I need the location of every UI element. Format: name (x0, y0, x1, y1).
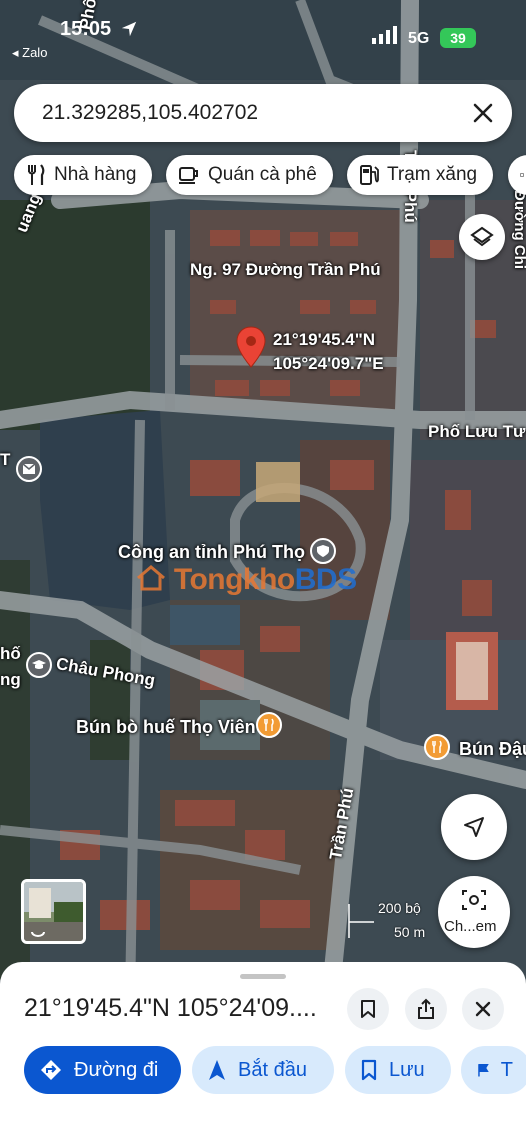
house-logo-icon (137, 565, 165, 591)
gas-pump-icon (360, 165, 379, 185)
scale-meters: 50 m (394, 924, 426, 940)
graduation-cap-icon (32, 660, 46, 669)
place-sheet: 21°19'45.4"N 105°24'09.... Đường đi Bắt … (0, 962, 526, 1144)
street-view-thumbnail[interactable] (21, 879, 86, 944)
police-shield-icon (317, 545, 329, 557)
more-category-icon (520, 173, 524, 177)
layers-button[interactable] (459, 214, 505, 260)
mail-icon (22, 463, 36, 474)
action-label: Đường đi (74, 1058, 159, 1081)
poi-school[interactable] (26, 652, 52, 678)
action-label: T (500, 1058, 513, 1081)
sheet-title: 21°19'45.4"N 105°24'09.... (24, 994, 317, 1022)
directions-icon (41, 1060, 61, 1080)
fork-knife-icon (264, 718, 274, 731)
status-bar: 15:05 ◂ Zalo 5G 39 (0, 0, 526, 60)
street-label-ng-left: ng (0, 670, 21, 689)
fork-knife-icon (28, 164, 45, 185)
navigation-arrow-icon (209, 1060, 225, 1080)
network-type: 5G (408, 30, 430, 47)
status-time: 15:05 (60, 18, 112, 40)
save-bookmark-button[interactable] (347, 988, 389, 1030)
close-icon[interactable] (472, 102, 494, 124)
watermark-main: Tongkho (173, 563, 295, 596)
navigation-arrow-icon (464, 817, 484, 837)
poi-label-bun-dau[interactable]: Bún Đậu (459, 739, 526, 760)
chip-cafes[interactable]: Quán cà phê (166, 155, 333, 195)
chip-more[interactable] (508, 155, 526, 195)
pin-coords-line1: 21°19'45.4"N (273, 330, 376, 349)
poi-food-bun-bo[interactable] (256, 712, 282, 738)
close-icon (475, 1001, 491, 1017)
bookmark-icon (361, 1059, 377, 1081)
watermark-accent: BDS (294, 563, 357, 596)
back-to-app-link[interactable]: ◂ Zalo (12, 45, 47, 61)
poi-food-bun-dau[interactable] (424, 734, 450, 760)
chip-label: Nhà hàng (54, 164, 137, 185)
poi-label-police[interactable]: Công an tỉnh Phú Thọ (118, 542, 305, 563)
left-partial-label: T (0, 450, 11, 469)
street-label-pho-luu-tu: Phố Lưu Tư (428, 422, 526, 441)
save-button[interactable]: Lưu (345, 1046, 451, 1094)
signal-icon (372, 26, 397, 44)
chip-label: Quán cà phê (208, 164, 317, 185)
flag-icon (478, 1064, 489, 1077)
street-label-ho-left: hố (0, 644, 21, 663)
share-icon (418, 998, 434, 1019)
chip-label: Trạm xăng (387, 164, 478, 185)
close-sheet-button[interactable] (462, 988, 504, 1030)
poi-label-bun-bo[interactable]: Bún bò huế Thọ Viên (76, 717, 256, 738)
street-label-ng97: Ng. 97 Đường Trần Phú (190, 260, 381, 279)
location-arrow-icon (121, 21, 137, 37)
bookmark-icon (361, 1000, 375, 1018)
map-scale: 200 bộ 50 m (346, 898, 436, 942)
coffee-cup-icon (179, 167, 198, 184)
sheet-handle[interactable] (240, 974, 286, 979)
directions-button[interactable]: Đường đi (24, 1046, 181, 1094)
chip-gas-stations[interactable]: Trạm xăng (347, 155, 494, 195)
search-query[interactable]: 21.329285,105.402702 (42, 101, 258, 125)
search-bar[interactable]: 21.329285,105.402702 (14, 84, 512, 142)
start-button[interactable]: Bắt đầu (192, 1046, 334, 1094)
street-view-preview (24, 882, 83, 941)
action-label: Lưu (389, 1058, 425, 1081)
scale-bar (348, 904, 374, 938)
scale-feet: 200 bộ (378, 900, 421, 916)
my-location-button[interactable] (441, 794, 507, 860)
category-chips: Nhà hàng Quán cà phê Trạm xăng (14, 155, 526, 195)
poi-post-office[interactable] (16, 456, 42, 482)
watermark: TongkhoBDS (136, 563, 357, 597)
dropped-pin[interactable] (236, 326, 266, 373)
share-button[interactable] (405, 988, 447, 1030)
label-button[interactable]: T (461, 1046, 526, 1094)
action-buttons: Đường đi Bắt đầu Lưu T (24, 1046, 526, 1094)
screenshot-button[interactable]: Ch...em (438, 876, 510, 948)
street-label-duong-right: Đường Chi (511, 190, 526, 270)
pin-coords-line2: 105°24'09.7"E (273, 354, 384, 373)
fork-knife-icon (432, 740, 442, 753)
action-label: Bắt đầu (238, 1058, 307, 1081)
chip-restaurants[interactable]: Nhà hàng (14, 155, 153, 195)
layers-icon (470, 226, 494, 247)
battery-indicator: 39 (440, 28, 476, 48)
poi-police-marker[interactable] (310, 538, 336, 564)
map-pin-icon (236, 326, 266, 368)
screenshot-label: Ch...em (444, 918, 497, 935)
camera-scan-icon (462, 890, 486, 910)
